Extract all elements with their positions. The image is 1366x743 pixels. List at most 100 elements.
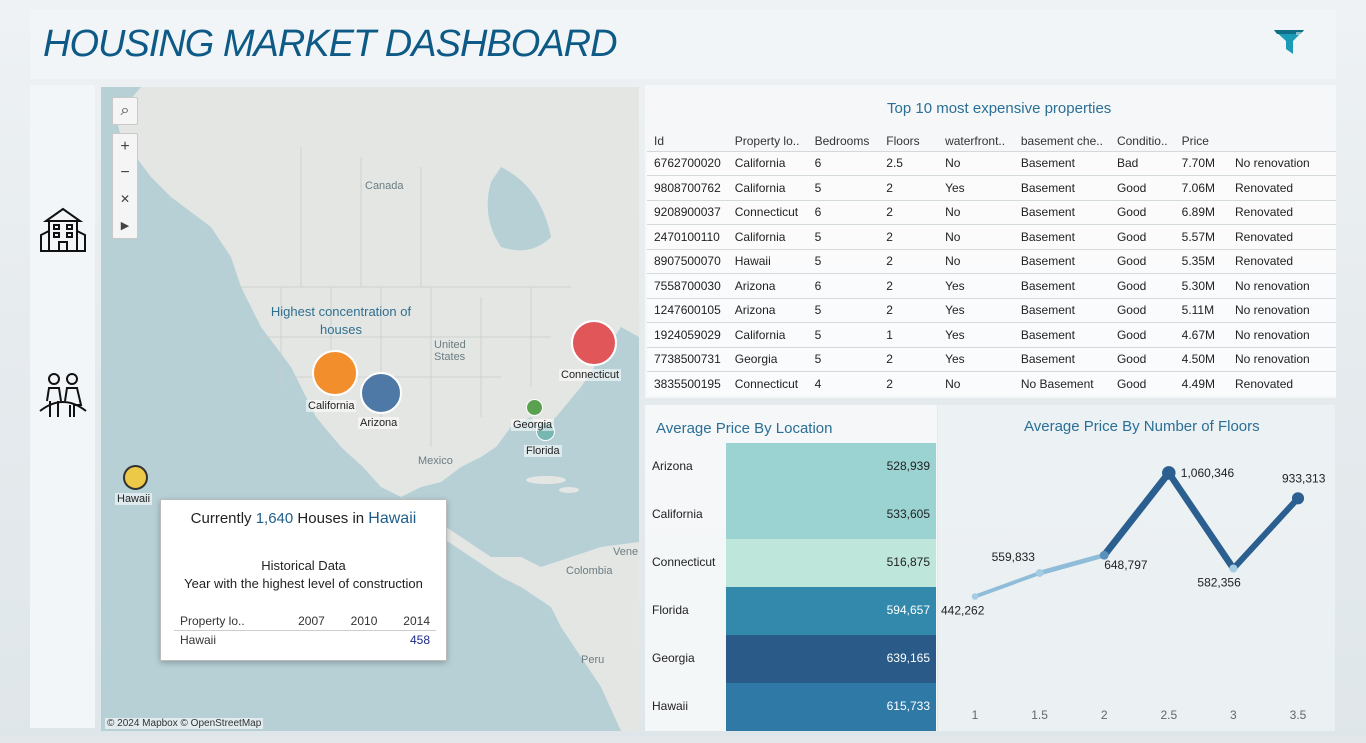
table-cell: 5 xyxy=(807,297,880,323)
table-cell: No renovation xyxy=(1228,322,1336,347)
bubble-georgia[interactable] xyxy=(526,399,543,416)
column-header[interactable]: Property lo.. xyxy=(728,131,808,151)
data-label: 1,060,346 xyxy=(1181,466,1235,480)
table-cell: 2 xyxy=(879,199,939,225)
table-cell: Good xyxy=(1109,273,1175,298)
data-point[interactable] xyxy=(1035,569,1044,577)
pin-reset-icon[interactable]: ✕ xyxy=(113,186,137,212)
tooltip-place: Hawaii xyxy=(368,510,417,527)
data-label: 933,313 xyxy=(1282,471,1326,485)
table-cell: No renovation xyxy=(1228,273,1336,298)
avg-floors-chart: 442,262 1 559,833 1.5 648,797 2 1,060,346 2.5 58… xyxy=(941,466,1326,722)
avg-price-floors-panel: Average Price By Number of Floors 442,26… xyxy=(938,405,1335,731)
country-label-colombia: Colombia xyxy=(566,565,613,577)
table-cell: 2 xyxy=(879,346,939,372)
column-header[interactable]: Bedrooms xyxy=(808,131,880,151)
x-tick-label: 1 xyxy=(972,708,979,722)
data-label: 442,262 xyxy=(941,604,985,618)
table-cell: 5 xyxy=(807,248,880,274)
table-cell: 1247600105 xyxy=(647,297,728,323)
location-name: Hawaii xyxy=(652,699,689,713)
table-row[interactable]: 7558700030 Arizona 6 2 Yes Basement Good 5.30M N… xyxy=(647,273,1336,298)
column-header[interactable]: waterfront.. xyxy=(938,131,1014,151)
x-tick-label: 3.5 xyxy=(1290,708,1307,722)
data-point[interactable] xyxy=(1291,492,1305,505)
bubble-arizona[interactable] xyxy=(360,372,402,414)
table-cell: No renovation xyxy=(1228,346,1336,372)
table-cell: 4.49M xyxy=(1174,371,1228,396)
table-row[interactable]: 1924059029 California 5 1 Yes Basement Good 4.6… xyxy=(647,322,1336,347)
table-cell: Basement xyxy=(1013,248,1110,274)
zoom-in-button[interactable]: + xyxy=(113,134,137,160)
page-title: HOUSING MARKET DASHBOARD xyxy=(43,23,618,65)
table-cell: 3835500195 xyxy=(647,371,728,396)
tooltip-row-2007 xyxy=(278,631,331,650)
table-row[interactable]: 7738500731 Georgia 5 2 Yes Basement Good 4.50M N… xyxy=(647,346,1336,372)
column-header[interactable]: Id xyxy=(647,131,728,151)
column-header[interactable] xyxy=(1228,131,1336,151)
location-name: Connecticut xyxy=(652,555,716,569)
couple-people-icon[interactable] xyxy=(38,371,88,421)
table-cell: Arizona xyxy=(727,273,808,298)
table-cell: No renovation xyxy=(1228,150,1336,176)
data-label: 648,797 xyxy=(1104,558,1148,572)
tooltip-count: 1,640 xyxy=(255,510,294,527)
location-price-cell: 533,605 xyxy=(726,491,936,539)
table-cell: Basement xyxy=(1013,175,1110,200)
data-point[interactable] xyxy=(1162,466,1176,480)
location-row[interactable]: Hawaii 615,733 xyxy=(645,683,936,731)
bubble-california[interactable] xyxy=(312,350,358,396)
table-cell: 1924059029 xyxy=(647,322,728,347)
filter-icon[interactable] xyxy=(1273,27,1305,57)
bubble-connecticut[interactable] xyxy=(571,320,617,366)
location-row[interactable]: Florida 594,657 xyxy=(645,587,936,635)
table-row[interactable]: 8907500070 Hawaii 5 2 No Basement Good 5.35M Ren… xyxy=(647,248,1336,274)
table-cell: 7558700030 xyxy=(647,273,728,298)
table-cell: 2 xyxy=(879,371,939,396)
location-row[interactable]: Arizona 528,939 xyxy=(645,443,936,491)
column-header[interactable]: basement che.. xyxy=(1014,131,1110,151)
map-annotation: Highest concentration of houses xyxy=(270,304,412,337)
table-row[interactable]: 3835500195 Connecticut 4 2 No No Basement Good… xyxy=(647,371,1336,396)
location-name: Georgia xyxy=(652,651,695,665)
table-cell: 2 xyxy=(879,273,939,298)
table-cell: 5 xyxy=(807,322,880,347)
column-header[interactable]: Floors xyxy=(879,131,938,151)
search-icon[interactable]: ⌕ xyxy=(113,98,137,124)
table-cell: 8907500070 xyxy=(647,248,728,274)
apartment-building-icon[interactable] xyxy=(38,205,88,255)
location-row[interactable]: Georgia 639,165 xyxy=(645,635,936,683)
table-cell: Good xyxy=(1109,346,1175,372)
avg-price-location-panel: Average Price By Location Arizona 528,939… xyxy=(645,405,937,731)
table-row[interactable]: 9208900037 Connecticut 6 2 No Basement Good 6.8… xyxy=(647,199,1336,225)
zoom-out-button[interactable]: − xyxy=(113,160,137,186)
location-row[interactable]: Connecticut 516,875 xyxy=(645,539,936,587)
location-label-florida: Florida xyxy=(524,445,562,457)
location-price-cell: 594,657 xyxy=(726,587,936,635)
column-header[interactable]: Price xyxy=(1175,131,1228,151)
table-row[interactable]: 6762700020 California 6 2.5 No Basement Bad 7.7… xyxy=(647,150,1336,176)
table-row[interactable]: 1247600105 Arizona 5 2 Yes Basement Good 5.11M N… xyxy=(647,297,1336,323)
data-point[interactable] xyxy=(971,593,979,600)
location-map[interactable]: ⌕ + − ✕ ▶ Canada United States Mexico Co… xyxy=(101,87,639,731)
play-arrow-icon[interactable]: ▶ xyxy=(113,212,137,238)
table-cell: Basement xyxy=(1013,199,1110,225)
table-cell: No Basement xyxy=(1013,371,1110,396)
location-label-georgia: Georgia xyxy=(511,419,555,431)
map-search-control[interactable]: ⌕ xyxy=(112,97,138,125)
location-price-label: 594,657 xyxy=(886,603,930,617)
column-header[interactable]: Conditio.. xyxy=(1110,131,1175,151)
data-point[interactable] xyxy=(1229,564,1238,573)
location-row[interactable]: California 533,605 xyxy=(645,491,936,539)
bubble-hawaii[interactable] xyxy=(123,465,148,490)
table-row[interactable]: 2470100110 California 5 2 No Basement Good 5.57… xyxy=(647,224,1336,249)
table-cell: 2470100110 xyxy=(647,224,728,249)
tooltip-heading: Currently 1,640 Houses in Hawaii xyxy=(161,510,446,528)
top10-table: Id Property lo.. Bedrooms Floors waterfront.… xyxy=(647,131,1336,396)
left-rail xyxy=(30,85,95,728)
table-cell: Good xyxy=(1109,248,1175,274)
avg-location-title: Average Price By Location xyxy=(656,420,833,437)
table-cell: 2 xyxy=(879,297,939,323)
table-cell: California xyxy=(727,150,808,176)
table-row[interactable]: 9808700762 California 5 2 Yes Basement Good 7.0… xyxy=(647,175,1336,200)
